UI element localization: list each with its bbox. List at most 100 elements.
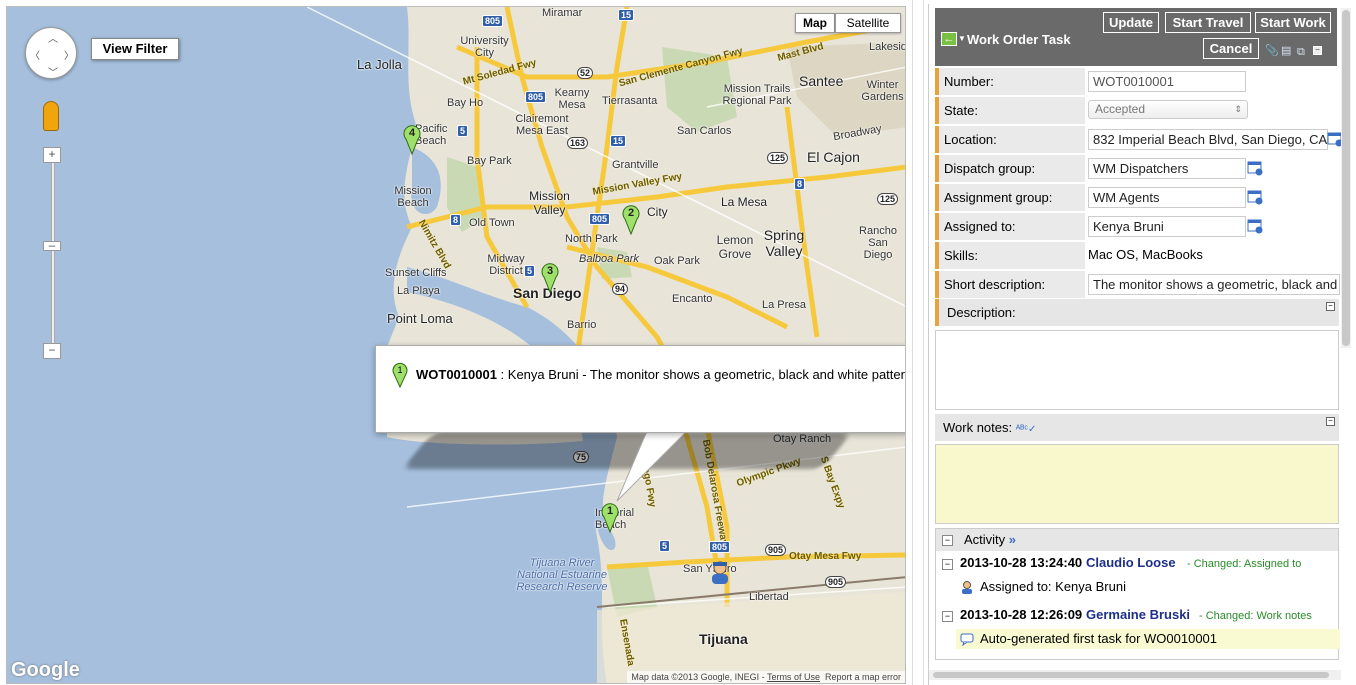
collapse-section-icon[interactable]: − (1326, 302, 1335, 311)
lookup-icon[interactable] (1247, 190, 1264, 205)
spell-check-icon[interactable]: ᴬᴮᶜ✓ (1016, 424, 1037, 435)
scrollbar-thumb[interactable] (933, 672, 1329, 678)
zoom-out-button[interactable]: − (43, 343, 61, 359)
info-window-task-id[interactable]: WOT0010001 (416, 367, 497, 382)
street-view-pegman-icon[interactable] (43, 101, 59, 131)
activity-body-text: Assigned to: Kenya Bruni (980, 579, 1126, 594)
pan-right-icon[interactable]: 〉 (64, 47, 74, 62)
assignment-group-input[interactable]: WM Agents (1088, 187, 1246, 208)
place-label: Libertad (749, 591, 789, 603)
report-map-error-link[interactable]: Report a map error (825, 672, 901, 682)
map-marker[interactable]: 2 (622, 205, 640, 236)
back-arrow-icon[interactable]: ← (941, 32, 957, 46)
place-label: La Jolla (357, 57, 402, 72)
info-window-pointer (616, 431, 688, 502)
scrollbar-thumb[interactable] (1342, 10, 1350, 346)
attachment-icon[interactable]: 📎 (1265, 44, 1279, 57)
location-input[interactable]: 832 Imperial Beach Blvd, San Diego, CA (1088, 129, 1328, 150)
map-marker[interactable]: 3 (541, 263, 559, 294)
field-state: State: Accepted ⇕ (935, 97, 1339, 125)
copy-icon[interactable]: ⧉ (1297, 46, 1305, 59)
highway-shield: 52 (577, 67, 594, 79)
pan-left-icon[interactable]: 〈 (30, 47, 40, 62)
highway-shield: 5 (457, 125, 469, 137)
place-label: Rancho San Diego (859, 225, 897, 261)
highway-shield: 94 (612, 283, 629, 295)
map-type-satellite-button[interactable]: Satellite (835, 13, 901, 33)
road-label: Otay Mesa Fwy (789, 551, 862, 562)
work-order-task-form: ← ▼ Work Order Task Update Start Travel … (928, 4, 1356, 685)
collapse-section-icon[interactable]: − (1326, 417, 1335, 426)
collapse-entry-icon[interactable]: − (942, 559, 953, 570)
start-travel-button[interactable]: Start Travel (1165, 12, 1251, 33)
activity-user[interactable]: Germaine Bruski (1086, 607, 1190, 622)
collapse-icon[interactable]: − (1313, 46, 1322, 55)
place-label: La Playa (397, 285, 440, 297)
work-notes-textarea[interactable] (935, 444, 1339, 524)
place-label: North Park (565, 233, 618, 245)
field-label: Assignment group: (935, 184, 1085, 211)
pan-up-icon[interactable]: ︿ (48, 30, 58, 45)
field-label: State: (935, 97, 1085, 124)
dispatch-group-input[interactable]: WM Dispatchers (1088, 158, 1246, 179)
collapse-entry-icon[interactable]: − (942, 611, 953, 622)
place-label: Santee (799, 73, 844, 89)
start-work-button[interactable]: Start Work (1255, 12, 1331, 33)
activity-user[interactable]: Claudio Loose (1086, 555, 1176, 570)
form-header: ← ▼ Work Order Task Update Start Travel … (935, 8, 1337, 66)
view-filter-button[interactable]: View Filter (91, 38, 179, 60)
zoom-slider-handle[interactable]: – (43, 239, 61, 251)
agent-location-icon[interactable] (710, 561, 730, 585)
collapse-activity-icon[interactable]: − (942, 535, 953, 546)
lookup-icon[interactable] (1247, 161, 1264, 176)
form-layout-icon[interactable]: ▤ (1281, 44, 1291, 57)
context-menu-caret-icon[interactable]: ▼ (958, 34, 966, 43)
pane-divider[interactable] (912, 0, 924, 685)
description-textarea[interactable] (935, 330, 1339, 410)
zoom-in-button[interactable]: + (43, 147, 61, 163)
pan-control[interactable]: ︿ ﹀ 〈 〉 (25, 27, 77, 79)
place-label: Bay Park (467, 155, 512, 167)
info-window-summary: : Kenya Bruni - The monitor shows a geom… (496, 367, 906, 382)
vertical-scrollbar[interactable] (1341, 8, 1351, 348)
state-select[interactable]: Accepted ⇕ (1088, 100, 1248, 119)
map-type-map-button[interactable]: Map (795, 13, 835, 33)
highway-shield: 15 (618, 9, 635, 21)
lookup-icon[interactable] (1247, 219, 1264, 234)
place-label: La Presa (762, 299, 807, 311)
assigned-to-input[interactable]: Kenya Bruni (1088, 216, 1246, 237)
highway-shield: 905 (825, 576, 847, 588)
expand-activity-icon[interactable]: » (1009, 532, 1016, 547)
terms-of-use-link[interactable]: Terms of Use (767, 672, 820, 682)
highway-shield: 805 (589, 213, 611, 225)
map-marker[interactable]: 4 (403, 125, 421, 156)
form-title: Work Order Task (967, 32, 1071, 47)
activity-entry: − 2013-10-28 12:26:09 Germaine Bruski - … (936, 603, 1340, 655)
field-label: Dispatch group: (935, 155, 1085, 182)
place-label: Pacific Beach (415, 123, 448, 147)
horizontal-scrollbar[interactable] (929, 670, 1341, 680)
section-label: Work notes: ᴬᴮᶜ✓ (935, 414, 1339, 443)
description-section-header: Description: − (935, 299, 1339, 326)
state-value: Accepted (1095, 102, 1146, 116)
info-window[interactable]: 1 WOT0010001 : Kenya Bruni - The monitor… (375, 345, 906, 433)
map-pane[interactable]: Miramar University City La Jolla Mt Sole… (6, 6, 906, 684)
number-input[interactable]: WOT0010001 (1088, 71, 1246, 92)
pan-down-icon[interactable]: ﹀ (48, 64, 58, 79)
highway-shield: 125 (767, 152, 789, 164)
field-label: Short description: (935, 271, 1085, 298)
place-label: Lemon Grove (716, 233, 754, 261)
activity-body: Auto-generated first task for WO0010001 (956, 629, 1340, 649)
attribution-data: Map data ©2013 Google, INEGI - (631, 672, 767, 682)
short-description-input[interactable]: The monitor shows a geometric, black and (1088, 274, 1340, 295)
marker-label: 4 (408, 127, 416, 139)
place-label: University City (460, 35, 509, 59)
activity-timestamp: 2013-10-28 12:26:09 (960, 607, 1083, 622)
place-label: Barrio (567, 319, 597, 331)
cancel-button[interactable]: Cancel (1203, 38, 1259, 59)
highway-shield: 163 (567, 137, 589, 149)
section-label: Description: (935, 299, 1339, 326)
marker-label: 2 (627, 207, 635, 219)
place-label: San Carlos (677, 125, 732, 137)
update-button[interactable]: Update (1103, 12, 1159, 33)
